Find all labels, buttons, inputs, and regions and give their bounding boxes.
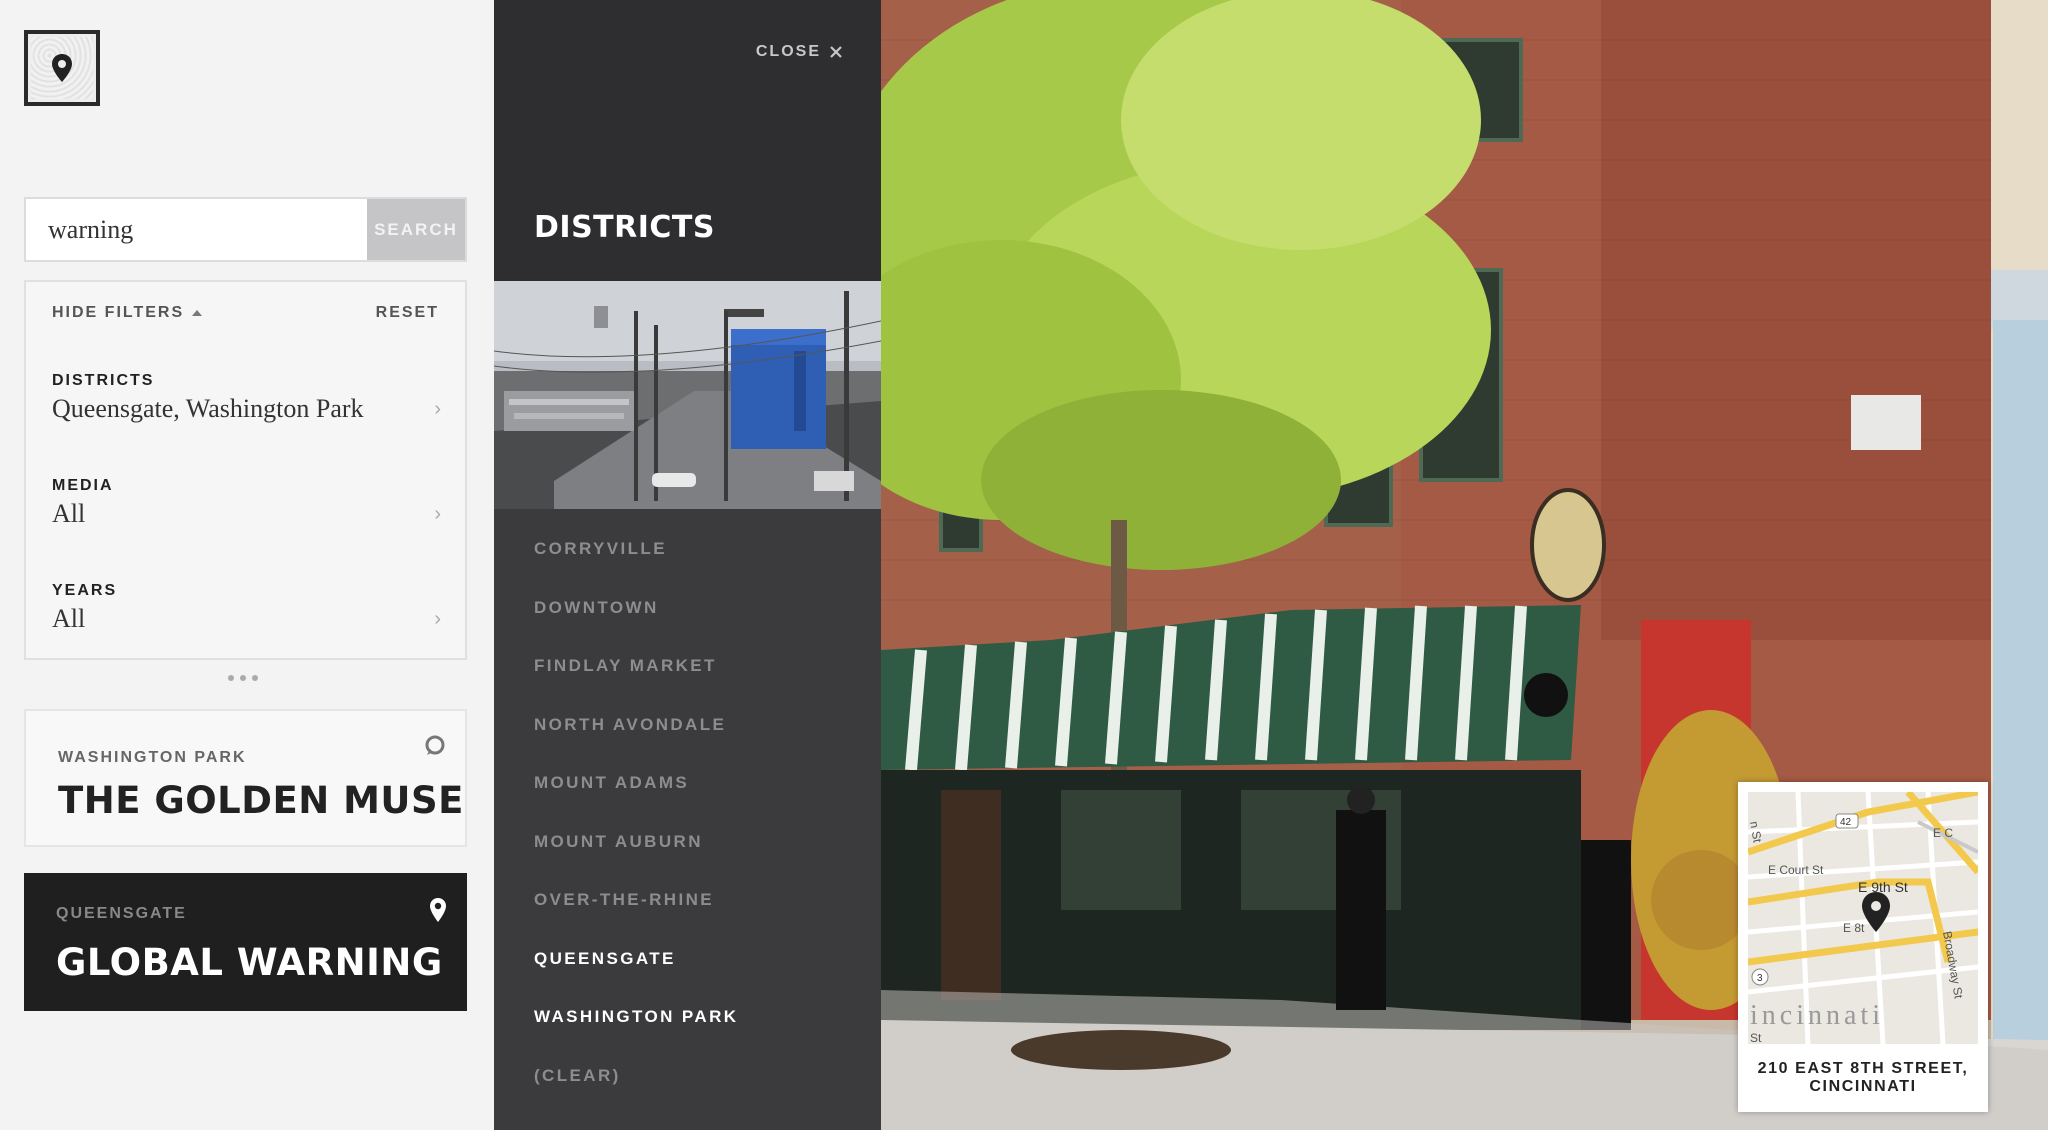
close-icon	[830, 46, 842, 58]
map-label: St	[1750, 1031, 1762, 1044]
filter-years[interactable]: YEARS All ›	[52, 582, 445, 634]
panel-title: DISTRICTS	[534, 210, 715, 245]
district-item[interactable]: OVER-THE-RHINE	[534, 871, 738, 930]
close-label: CLOSE	[755, 43, 821, 60]
filter-districts[interactable]: DISTRICTS Queensgate, Washington Park ›	[52, 372, 445, 424]
result-card-golden-muse[interactable]: WASHINGTON PARK THE GOLDEN MUSE	[24, 709, 467, 847]
district-item[interactable]: MOUNT ADAMS	[534, 754, 738, 813]
filter-value: All	[52, 499, 86, 528]
search-button[interactable]: SEARCH	[367, 199, 465, 260]
logo[interactable]	[24, 30, 100, 106]
map-pin-icon	[429, 897, 447, 928]
district-list: CORRYVILLE DOWNTOWN FINDLAY MARKET NORTH…	[534, 520, 738, 1105]
address-line-1: 210 EAST 8TH STREET,	[1757, 1060, 1969, 1077]
mini-map[interactable]: E Court St E 9th St E 8t E C Broadway St…	[1748, 792, 1978, 1044]
map-pin-icon	[31, 37, 93, 99]
map-label: E 8t	[1843, 921, 1865, 935]
district-item[interactable]: CORRYVILLE	[534, 520, 738, 579]
card-title: THE GOLDEN MUSE	[58, 779, 464, 822]
map-label: n St	[1748, 820, 1765, 844]
district-clear-button[interactable]: (CLEAR)	[534, 1047, 738, 1106]
map-city-label: incinnati	[1750, 1000, 1884, 1031]
district-item[interactable]: MOUNT AUBURN	[534, 813, 738, 872]
district-item[interactable]: FINDLAY MARKET	[534, 637, 738, 696]
district-item[interactable]: NORTH AVONDALE	[534, 696, 738, 755]
location-map-card[interactable]: E Court St E 9th St E 8t E C Broadway St…	[1738, 782, 1988, 1112]
close-button[interactable]: CLOSE	[756, 43, 843, 61]
districts-panel-header: CLOSE DISTRICTS	[494, 0, 881, 281]
map-label: E 9th St	[1858, 879, 1908, 895]
map-address: 210 EAST 8TH STREET, CINCINNATI	[1738, 1060, 1988, 1097]
address-line-2: CINCINNATI	[1809, 1078, 1917, 1096]
chevron-right-icon: ›	[434, 608, 441, 630]
map-route-shield: 3	[1757, 973, 1763, 984]
chevron-right-icon: ›	[434, 503, 441, 525]
filter-value: Queensgate, Washington Park	[52, 394, 364, 423]
chevron-right-icon: ›	[434, 398, 441, 420]
district-photo	[494, 281, 881, 509]
map-label: E C	[1933, 826, 1953, 840]
hide-filters-label: HIDE FILTERS	[52, 304, 185, 321]
more-icon[interactable]	[228, 675, 264, 685]
districts-panel: CLOSE DISTRICTS CORRYVILLE DOWNTOWN FIND…	[494, 0, 881, 1130]
card-district: QUEENSGATE	[56, 905, 187, 922]
map-label: E Court St	[1768, 863, 1824, 877]
filter-label: DISTRICTS	[52, 372, 155, 389]
filter-value: All	[52, 604, 86, 633]
filter-label: YEARS	[52, 582, 118, 599]
filter-media[interactable]: MEDIA All ›	[52, 477, 445, 529]
card-title: GLOBAL WARNING	[56, 941, 443, 984]
result-card-global-warning[interactable]: QUEENSGATE GLOBAL WARNING	[24, 873, 467, 1011]
district-item[interactable]: DOWNTOWN	[534, 579, 738, 638]
search-input[interactable]	[26, 199, 367, 260]
filter-label: MEDIA	[52, 477, 114, 494]
filters-panel: HIDE FILTERS RESET DISTRICTS Queensgate,…	[24, 280, 467, 660]
search-bar: SEARCH	[24, 197, 467, 262]
district-item[interactable]: QUEENSGATE	[534, 930, 738, 989]
caret-up-icon	[192, 310, 203, 316]
sidebar: SEARCH HIDE FILTERS RESET DISTRICTS Quee…	[0, 0, 494, 1130]
filters-header: HIDE FILTERS RESET	[52, 304, 439, 322]
map-route-shield: 42	[1840, 817, 1852, 828]
hide-filters-toggle[interactable]: HIDE FILTERS	[52, 304, 203, 322]
district-item[interactable]: WASHINGTON PARK	[534, 988, 738, 1047]
chat-pin-icon	[423, 735, 445, 762]
card-district: WASHINGTON PARK	[58, 749, 247, 766]
reset-button[interactable]: RESET	[376, 304, 439, 322]
